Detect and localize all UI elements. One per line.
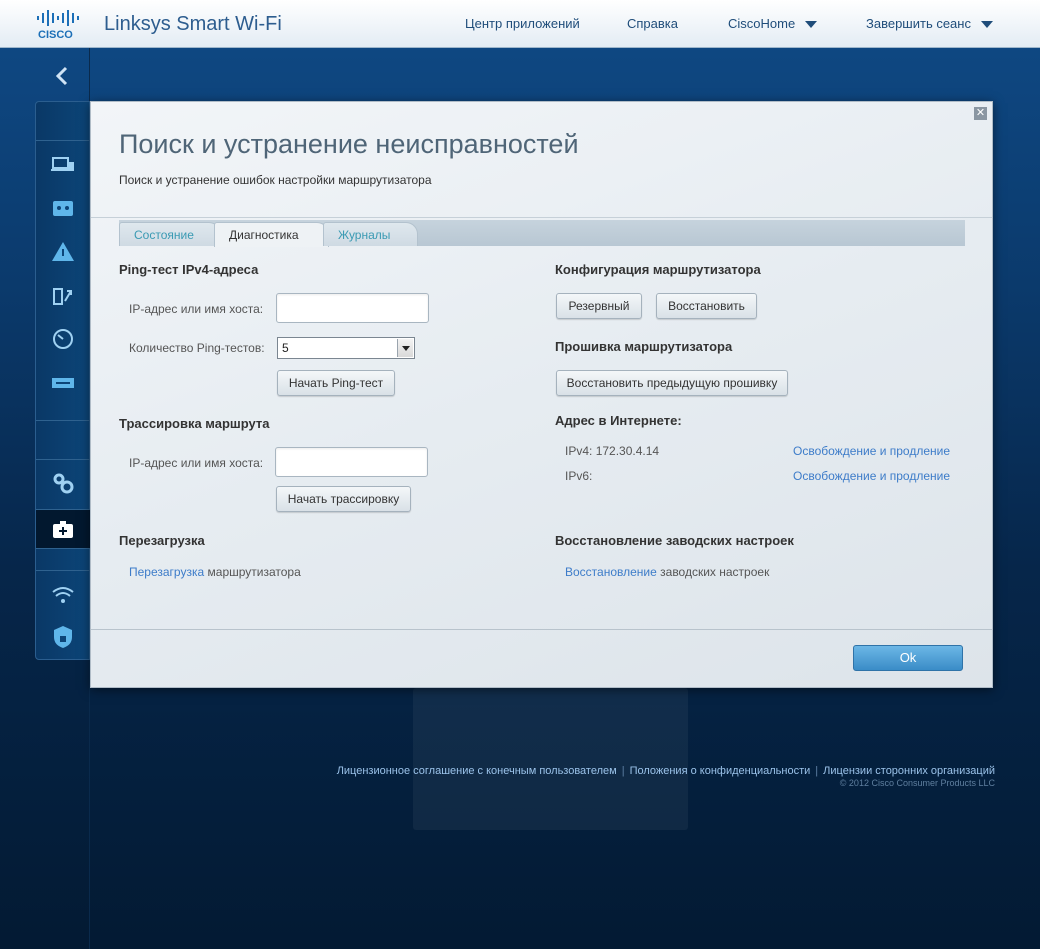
restore-button[interactable]: Восстановить <box>656 293 757 319</box>
close-icon[interactable]: ✕ <box>974 107 987 120</box>
sidebar-separator <box>36 140 90 141</box>
nav-app-center[interactable]: Центр приложений <box>465 16 580 31</box>
reboot-text: маршрутизатора <box>207 565 301 579</box>
nav-help[interactable]: Справка <box>627 16 678 31</box>
cisco-logo-text: CISCO <box>38 29 73 40</box>
start-ping-button[interactable]: Начать Ping-тест <box>277 370 395 396</box>
footer-third-party-link[interactable]: Лицензии сторонних организаций <box>823 765 995 777</box>
cisco-logo: CISCO <box>37 10 79 40</box>
tab-diagnostics[interactable]: Диагностика <box>214 222 329 247</box>
reboot-section-title: Перезагрузка <box>119 533 205 548</box>
ipv4-label: IPv4: <box>565 444 593 458</box>
footer-privacy-link[interactable]: Положения о конфиденциальности <box>630 765 811 777</box>
chevron-down-icon <box>805 21 818 29</box>
dialog-footer-separator <box>91 629 992 630</box>
traceroute-host-input[interactable] <box>275 447 428 477</box>
start-traceroute-button[interactable]: Начать трассировку <box>276 486 411 512</box>
sidebar-separator <box>36 459 90 460</box>
reboot-link[interactable]: Перезагрузка <box>129 565 204 579</box>
tab-logs[interactable]: Журналы <box>323 222 418 246</box>
tabs-bar: Состояние Диагностика Журналы <box>119 220 965 247</box>
troubleshooting-dialog: ✕ Поиск и устранение неисправностей Поис… <box>90 101 993 688</box>
reboot-row: Перезагрузка маршрутизатора <box>129 565 301 579</box>
warning-icon[interactable] <box>50 239 76 265</box>
ping-count-label: Количество Ping-тестов: <box>129 341 265 355</box>
firmware-section-title: Прошивка маршрутизатора <box>555 339 733 354</box>
footer-eula-link[interactable]: Лицензионное соглашение с конечным польз… <box>337 765 617 777</box>
factory-reset-section-title: Восстановление заводских настроек <box>555 533 794 548</box>
speed-test-icon[interactable] <box>50 326 76 352</box>
dialog-subtitle: Поиск и устранение ошибок настройки марш… <box>119 173 432 187</box>
chevron-down-icon <box>397 339 413 357</box>
wireless-icon[interactable] <box>50 582 76 608</box>
ping-section-title: Ping-тест IPv4-адреса <box>119 262 259 277</box>
security-icon[interactable] <box>50 624 76 650</box>
internet-address-section-title: Адрес в Интернете: <box>555 413 682 428</box>
ipv6-release-renew-link[interactable]: Освобождение и продление <box>793 469 950 483</box>
router-config-section-title: Конфигурация маршрутизатора <box>555 262 761 277</box>
troubleshooting-icon <box>53 521 73 538</box>
restore-firmware-button[interactable]: Восстановить предыдущую прошивку <box>556 370 788 396</box>
factory-reset-link[interactable]: Восстановление <box>565 565 657 579</box>
ipv4-release-renew-link[interactable]: Освобождение и продление <box>793 444 950 458</box>
settings-gears-icon[interactable] <box>50 470 76 496</box>
ipv6-row: IPv6: <box>565 469 592 483</box>
chevron-down-icon <box>980 21 993 29</box>
sidebar-item-troubleshooting[interactable] <box>36 509 90 549</box>
tab-status[interactable]: Состояние <box>119 222 221 246</box>
traceroute-host-label: IP-адрес или имя хоста: <box>129 456 264 470</box>
ok-button[interactable]: Ok <box>853 645 963 671</box>
parental-controls-icon[interactable] <box>50 195 76 221</box>
nav-home-network[interactable]: CiscoHome <box>728 16 818 31</box>
dialog-title: Поиск и устранение неисправностей <box>119 129 579 159</box>
backup-button[interactable]: Резервный <box>556 293 642 319</box>
ping-count-select[interactable]: 5 <box>277 337 415 359</box>
traceroute-section-title: Трассировка маршрута <box>119 416 270 431</box>
devices-icon[interactable] <box>50 152 76 178</box>
factory-reset-text: заводских настроек <box>660 565 770 579</box>
sidebar <box>35 101 90 660</box>
usb-storage-icon[interactable] <box>50 370 76 396</box>
ipv6-label: IPv6: <box>565 469 593 483</box>
nav-logout[interactable]: Завершить сеанс <box>866 16 993 31</box>
factory-reset-row: Восстановление заводских настроек <box>565 565 769 579</box>
ping-host-input[interactable] <box>276 293 429 323</box>
brand-title: Linksys Smart Wi-Fi <box>104 13 282 35</box>
ping-host-label: IP-адрес или имя хоста: <box>129 302 264 316</box>
copyright: © 2012 Cisco Consumer Products LLC <box>839 778 995 788</box>
ping-count-value: 5 <box>282 341 289 355</box>
footer-links: Лицензионное соглашение с конечным польз… <box>336 765 995 777</box>
back-arrow-icon[interactable] <box>36 56 88 96</box>
sidebar-separator <box>36 570 90 571</box>
ipv4-value: 172.30.4.14 <box>595 444 660 458</box>
ipv4-row: IPv4: 172.30.4.14 <box>565 444 659 458</box>
sidebar-separator <box>36 420 90 421</box>
background-panel <box>413 688 688 830</box>
media-prioritization-icon[interactable] <box>50 283 76 309</box>
top-bar: CISCO Linksys Smart Wi-Fi Центр приложен… <box>0 0 1040 48</box>
header-separator <box>91 217 992 218</box>
